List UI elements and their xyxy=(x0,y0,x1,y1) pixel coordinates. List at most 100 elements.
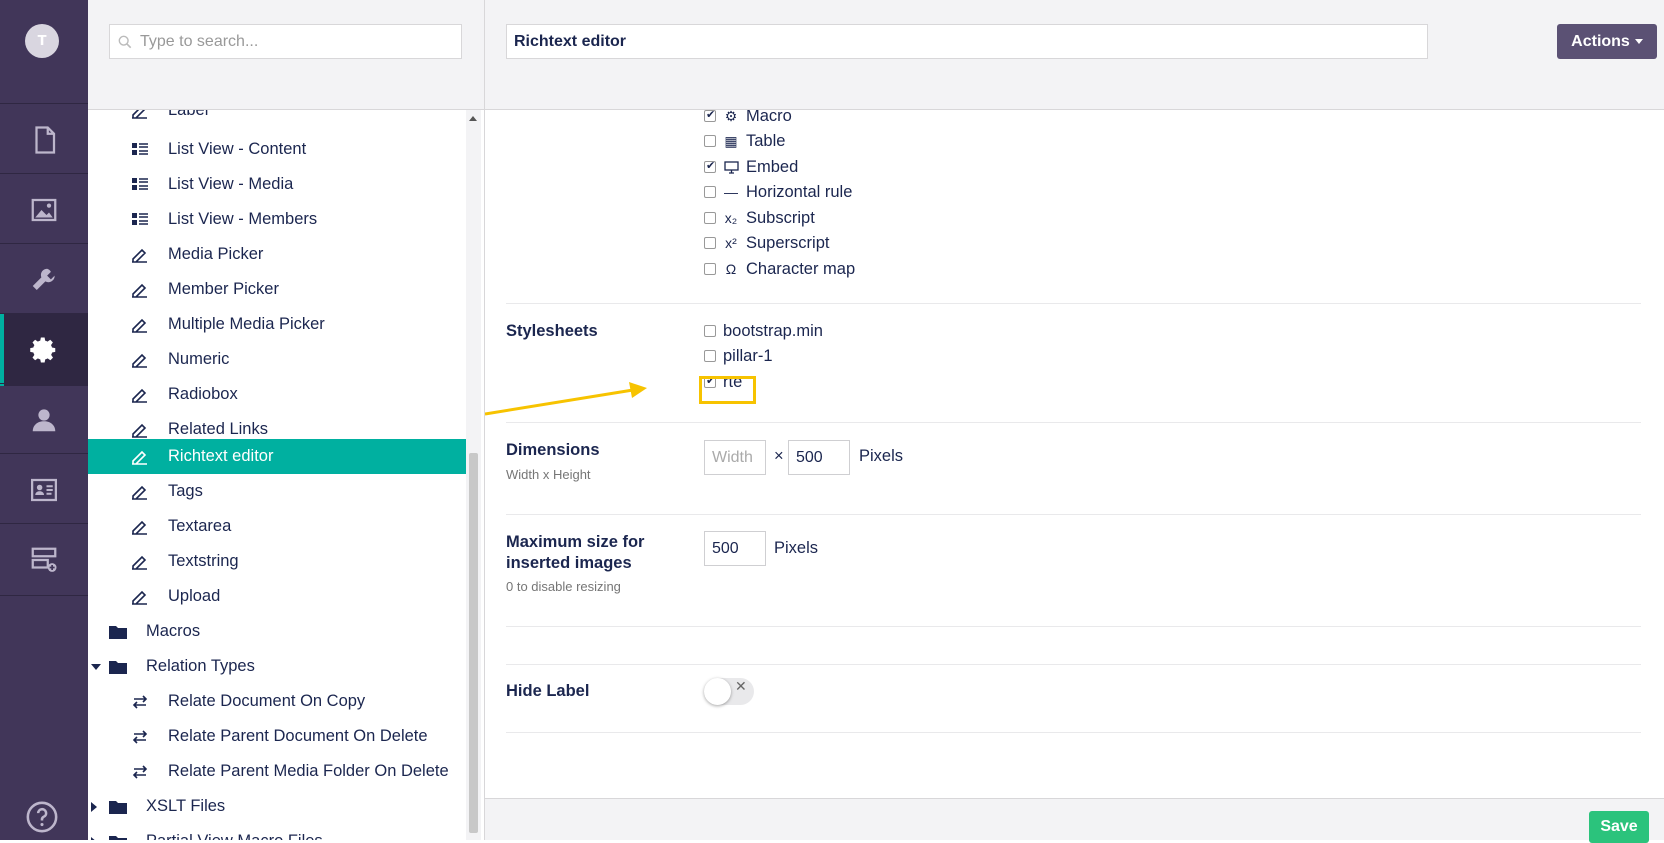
checkbox[interactable] xyxy=(704,135,716,147)
tree-search-box[interactable] xyxy=(109,24,462,59)
tree-scrollbar[interactable] xyxy=(466,110,481,840)
folder-icon xyxy=(108,832,128,840)
checkbox[interactable] xyxy=(704,110,716,122)
tree-item-text: Radiobox xyxy=(168,385,238,403)
stylesheet-option-pillar[interactable]: pillar-1 xyxy=(704,345,773,367)
tree-item-upload[interactable]: Upload xyxy=(88,579,468,614)
checkbox[interactable] xyxy=(704,350,716,362)
max-image-size-input[interactable] xyxy=(704,531,766,566)
save-button[interactable]: Save xyxy=(1589,811,1649,843)
forms-section-icon[interactable] xyxy=(0,523,88,596)
list-icon xyxy=(130,210,150,230)
edit-icon xyxy=(130,315,150,335)
actions-button[interactable]: Actions xyxy=(1557,24,1657,59)
expand-caret-icon[interactable] xyxy=(91,663,101,670)
toolbar-option-subscript[interactable]: x₂ Subscript xyxy=(704,207,815,229)
checkbox[interactable] xyxy=(704,212,716,224)
tree-item-relate-parent-media-folder-on-delete[interactable]: Relate Parent Media Folder On Delete xyxy=(88,754,468,789)
dimensions-description: Width x Height xyxy=(506,467,591,482)
superscript-icon: x² xyxy=(725,235,737,251)
option-label: Subscript xyxy=(746,208,815,227)
tree-search-input[interactable] xyxy=(138,31,438,52)
tree-folder-text: Relation Types xyxy=(146,657,255,675)
scroll-up-arrow-icon[interactable] xyxy=(469,116,477,121)
dimensions-label: Dimensions xyxy=(506,441,600,459)
toolbar-option-horizontal-rule[interactable]: — Horizontal rule xyxy=(704,181,852,203)
tree-item-numeric[interactable]: Numeric xyxy=(88,342,468,377)
developer-section-icon[interactable] xyxy=(0,313,88,386)
tree-item-relate-document-on-copy[interactable]: Relate Document On Copy xyxy=(88,684,468,719)
tree-folder-partial-view-macro-files[interactable]: Partial View Macro Files xyxy=(88,824,468,840)
editor-header: Actions xyxy=(485,0,1664,110)
option-label: bootstrap.min xyxy=(723,321,823,340)
dimension-width-input[interactable] xyxy=(704,440,766,475)
tree-item-text: Richtext editor xyxy=(168,447,274,465)
checkbox[interactable] xyxy=(704,159,716,173)
option-label: Macro xyxy=(746,110,792,125)
gear-icon xyxy=(30,337,56,363)
edit-icon xyxy=(130,587,150,607)
toolbar-option-macro[interactable]: ⚙ Macro xyxy=(704,110,792,127)
divider xyxy=(506,303,1641,304)
tree-item-textstring[interactable]: Textstring xyxy=(88,544,468,579)
option-label: Embed xyxy=(746,157,799,176)
tree-item-member-picker[interactable]: Member Picker xyxy=(88,272,468,307)
close-icon: ✕ xyxy=(735,679,747,695)
toolbar-option-character-map[interactable]: Ω Character map xyxy=(704,258,855,280)
monitor-icon xyxy=(723,160,739,174)
checkbox[interactable] xyxy=(704,237,716,249)
users-section-icon[interactable] xyxy=(0,383,88,456)
toolbar-option-table[interactable]: ▦ Table xyxy=(704,130,785,152)
tree-item-relate-parent-document-on-delete[interactable]: Relate Parent Document On Delete xyxy=(88,719,468,754)
content-section-icon[interactable] xyxy=(0,103,88,176)
media-section-icon[interactable] xyxy=(0,173,88,246)
tree-item-label[interactable]: Label xyxy=(88,110,468,128)
subscript-icon: x₂ xyxy=(724,210,738,226)
max-image-size-label-line2: inserted images xyxy=(506,554,632,572)
datatype-name-input[interactable] xyxy=(506,24,1428,59)
dimensions-unit: Pixels xyxy=(859,447,904,465)
help-icon[interactable] xyxy=(25,800,59,834)
edit-icon xyxy=(130,552,150,572)
hide-label-toggle[interactable]: ✕ xyxy=(704,678,754,705)
toolbar-option-superscript[interactable]: x² Superscript xyxy=(704,232,829,254)
tree-item-radiobox[interactable]: Radiobox xyxy=(88,377,468,412)
tree-item-list-view-content[interactable]: List View - Content xyxy=(88,132,468,167)
editor-body: ⚙ Macro ▦ Table Embed — Horizontal rule … xyxy=(485,110,1664,798)
expand-caret-icon[interactable] xyxy=(91,836,97,840)
checkbox[interactable] xyxy=(704,263,716,275)
tree-item-textarea[interactable]: Textarea xyxy=(88,509,468,544)
members-section-icon[interactable] xyxy=(0,453,88,526)
tree-item-text: Related Links xyxy=(168,420,268,438)
settings-section-icon[interactable] xyxy=(0,243,88,316)
tree-item-tags[interactable]: Tags xyxy=(88,474,468,509)
tree-item-multiple-media-picker[interactable]: Multiple Media Picker xyxy=(88,307,468,342)
tree-item-text: Numeric xyxy=(168,350,230,368)
stylesheets-label: Stylesheets xyxy=(506,322,598,340)
dimension-height-input[interactable] xyxy=(788,440,850,475)
checkbox[interactable] xyxy=(704,186,716,198)
tree-item-list-view-members[interactable]: List View - Members xyxy=(88,202,468,237)
expand-caret-icon[interactable] xyxy=(91,801,97,812)
tree-folder-xslt-files[interactable]: XSLT Files xyxy=(88,789,468,824)
tree-header xyxy=(88,0,485,110)
checkbox[interactable] xyxy=(704,325,716,337)
wrench-icon xyxy=(32,268,55,290)
scrollbar-thumb[interactable] xyxy=(469,453,478,833)
tree-item-media-picker[interactable]: Media Picker xyxy=(88,237,468,272)
edit-icon xyxy=(130,350,150,370)
list-icon xyxy=(130,140,150,160)
tree-item-richtext-editor[interactable]: Richtext editor xyxy=(88,439,468,474)
toolbar-option-embed[interactable]: Embed xyxy=(704,156,798,178)
max-image-size-unit: Pixels xyxy=(774,539,819,557)
user-avatar[interactable]: T xyxy=(25,24,59,58)
option-label: Character map xyxy=(746,259,856,278)
tree-folder-macros[interactable]: Macros xyxy=(88,614,468,649)
content-icon xyxy=(35,126,56,154)
tree-folder-relation-types[interactable]: Relation Types xyxy=(88,649,468,684)
option-label: pillar-1 xyxy=(723,346,773,365)
tree-item-list-view-media[interactable]: List View - Media xyxy=(88,167,468,202)
arrows-exchange-icon xyxy=(130,692,150,712)
tree-item-text: Textarea xyxy=(168,517,232,535)
stylesheet-option-bootstrap[interactable]: bootstrap.min xyxy=(704,320,823,342)
